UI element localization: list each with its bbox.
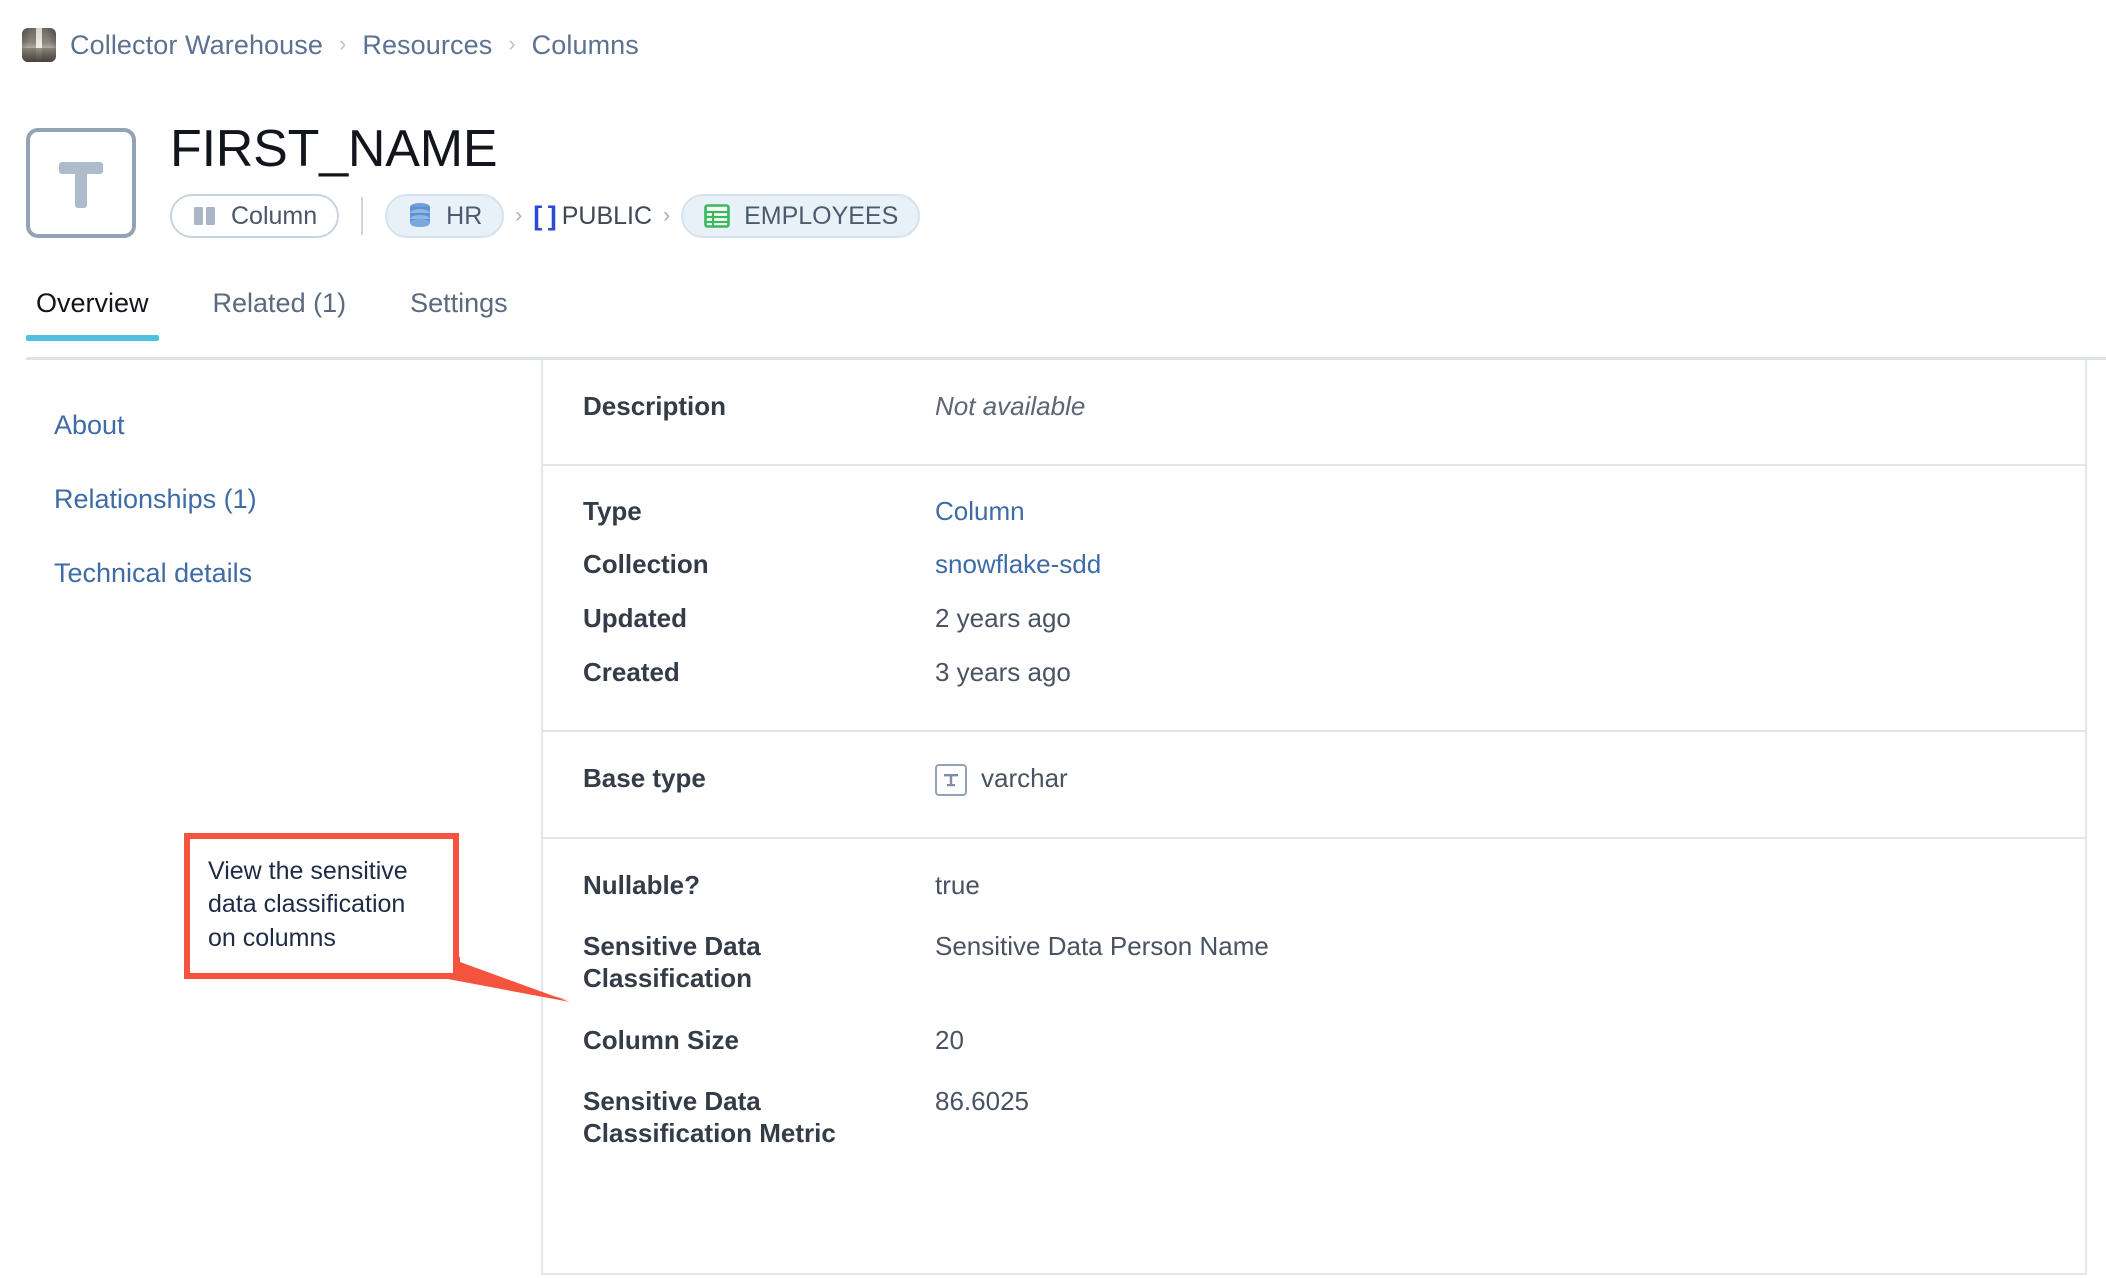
detail-row-created: Created 3 years ago xyxy=(543,646,2085,730)
detail-label: Nullable? xyxy=(583,869,701,900)
details-group-technical: Nullable? true Sensitive Data Classifica… xyxy=(543,836,2085,1190)
detail-label: Created xyxy=(583,656,680,687)
detail-value-with-icon: varchar xyxy=(935,763,2085,796)
detail-row-collection: Collection snowflake-sdd xyxy=(543,538,2085,592)
detail-value: true xyxy=(935,869,980,900)
tab-overview[interactable]: Overview xyxy=(26,288,159,341)
detail-row-column-size: Column Size 20 xyxy=(543,1010,2085,1072)
detail-value: 2 years ago xyxy=(935,603,1071,634)
chevron-right-icon: › xyxy=(508,31,516,56)
detail-label: Description xyxy=(583,391,727,421)
detail-value-link[interactable]: snowflake-sdd xyxy=(935,549,2085,581)
badge-column-type-label: Column xyxy=(231,201,318,230)
badge-database-hr[interactable]: HR xyxy=(385,194,505,239)
annotation-callout: View the sensitive data classification o… xyxy=(184,833,459,979)
breadcrumb: Collector Warehouse › Resources › Column… xyxy=(22,28,639,62)
detail-row-description: Description Not available xyxy=(543,360,2085,464)
badge-column-type[interactable]: Column xyxy=(170,194,340,239)
detail-label: Base type xyxy=(583,762,706,793)
details-group-description: Description Not available xyxy=(543,360,2085,464)
detail-value: varchar xyxy=(981,762,1068,793)
detail-row-sensitive-data-classification-metric: Sensitive Data Classification Metric 86.… xyxy=(543,1071,2085,1189)
detail-value: Sensitive Data Person Name xyxy=(935,931,1269,962)
details-group-general: Type Column Collection snowflake-sdd Upd… xyxy=(543,463,2085,730)
detail-row-sensitive-data-classification: Sensitive Data Classification Sensitive … xyxy=(543,916,2085,1009)
badge-table-employees[interactable]: EMPLOYEES xyxy=(681,194,921,239)
annotation-text: View the sensitive data classification o… xyxy=(208,857,408,952)
entity-header: FIRST_NAME Column HR › [] PUBLIC › EMPL… xyxy=(26,120,921,239)
brackets-icon: [ ] xyxy=(533,200,557,231)
columns-icon xyxy=(192,203,218,229)
detail-value: 20 xyxy=(935,1024,964,1055)
details-panel: Description Not available Type Column Co… xyxy=(541,360,2087,1275)
detail-value: Not available xyxy=(935,391,1086,421)
text-type-icon xyxy=(935,763,967,796)
warehouse-thumbnail-icon xyxy=(22,28,56,62)
chevron-right-icon: › xyxy=(339,31,347,56)
page-title: FIRST_NAME xyxy=(170,120,498,178)
database-icon xyxy=(407,202,433,230)
detail-label: Collection xyxy=(583,549,709,580)
tab-settings[interactable]: Settings xyxy=(400,288,518,341)
detail-value-link[interactable]: Column xyxy=(935,496,2085,528)
breadcrumb-item-collector-warehouse[interactable]: Collector Warehouse xyxy=(70,30,323,61)
sidebar-item-relationships[interactable]: Relationships (1) xyxy=(54,484,494,515)
table-grid-icon xyxy=(703,202,731,230)
chevron-right-icon: › xyxy=(663,203,671,227)
entity-badges: Column HR › [] PUBLIC › EMPLOYEES xyxy=(170,194,921,239)
tab-bar: Overview Related (1) Settings xyxy=(26,288,562,341)
details-group-base-type: Base type varchar xyxy=(543,729,2085,837)
badge-schema-label: PUBLIC xyxy=(561,201,653,230)
detail-row-updated: Updated 2 years ago xyxy=(543,592,2085,646)
badge-table-label: EMPLOYEES xyxy=(744,201,899,230)
sidebar-item-about[interactable]: About xyxy=(54,410,494,441)
text-type-icon xyxy=(26,128,136,238)
breadcrumb-item-columns[interactable]: Columns xyxy=(532,30,639,61)
page-root: Collector Warehouse › Resources › Column… xyxy=(0,0,2106,1278)
section-nav: About Relationships (1) Technical detail… xyxy=(54,410,494,632)
tab-related[interactable]: Related (1) xyxy=(203,288,357,341)
badge-divider xyxy=(361,197,364,236)
detail-label: Column Size xyxy=(583,1024,740,1055)
breadcrumb-item-resources[interactable]: Resources xyxy=(362,30,492,61)
chevron-right-icon: › xyxy=(515,203,523,227)
detail-label: Sensitive Data Classification xyxy=(583,931,761,994)
badge-schema-public[interactable]: [ ] PUBLIC xyxy=(533,201,652,232)
detail-label: Type xyxy=(583,495,642,526)
detail-label: Sensitive Data Classification Metric xyxy=(583,1086,836,1149)
badge-database-label: HR xyxy=(446,201,483,230)
detail-row-base-type: Base type varchar xyxy=(543,732,2085,837)
detail-row-nullable: Nullable? true xyxy=(543,839,2085,917)
sidebar-item-technical-details[interactable]: Technical details xyxy=(54,558,494,589)
detail-label: Updated xyxy=(583,603,687,634)
detail-value: 86.6025 xyxy=(935,1086,1029,1117)
detail-value: 3 years ago xyxy=(935,656,1071,687)
detail-row-type: Type Column xyxy=(543,466,2085,539)
